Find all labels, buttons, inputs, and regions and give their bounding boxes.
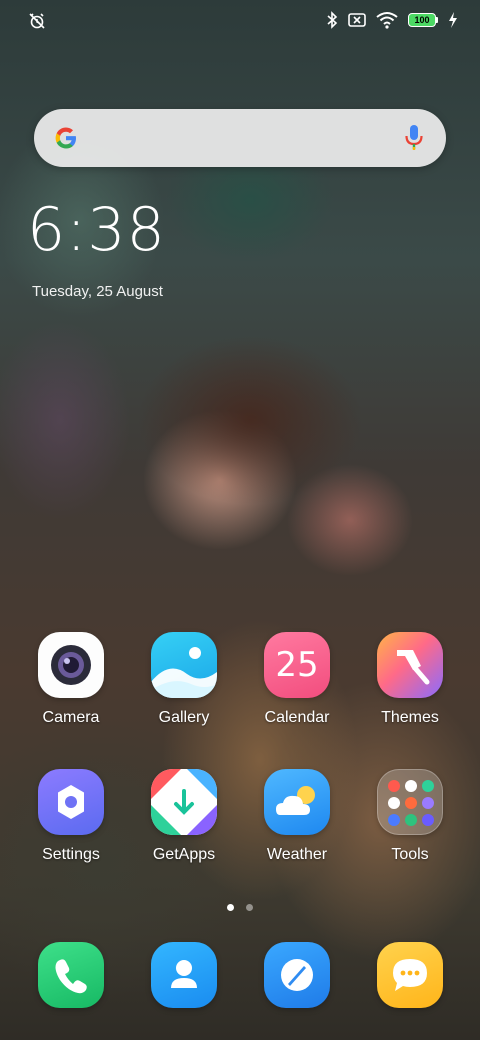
dock-messages[interactable]	[355, 942, 465, 1008]
messages-icon	[377, 942, 443, 1008]
sim-off-icon	[348, 13, 366, 27]
app-gallery[interactable]: Gallery	[129, 632, 239, 727]
app-label-gallery: Gallery	[158, 709, 210, 726]
app-label-camera: Camera	[42, 709, 100, 726]
app-calendar[interactable]: 25 Calendar	[242, 632, 352, 727]
google-logo-icon	[55, 127, 76, 149]
app-camera[interactable]: Camera	[16, 632, 126, 727]
themes-icon	[377, 632, 443, 698]
app-label-calendar: Calendar	[264, 709, 330, 726]
phone-icon	[38, 942, 104, 1008]
weather-icon	[264, 769, 330, 835]
contacts-icon	[151, 942, 217, 1008]
app-label-settings: Settings	[42, 846, 100, 863]
app-getapps[interactable]: GetApps	[129, 769, 239, 864]
camera-icon	[38, 632, 104, 698]
app-label-tools: Tools	[391, 846, 429, 863]
calendar-day: 25	[275, 645, 319, 685]
dock-contacts[interactable]	[129, 942, 239, 1008]
page-dot-active[interactable]	[226, 904, 234, 911]
app-tools-folder[interactable]: Tools	[355, 769, 465, 864]
app-settings[interactable]: Settings	[16, 769, 126, 864]
settings-icon	[38, 769, 104, 835]
app-weather[interactable]: Weather	[242, 769, 352, 864]
dock-phone[interactable]	[16, 942, 126, 1008]
app-label-themes: Themes	[381, 709, 439, 726]
status-bar: 100	[0, 0, 480, 44]
page-dot[interactable]	[246, 904, 254, 911]
browser-icon	[264, 942, 330, 1008]
charging-icon	[449, 12, 457, 28]
app-themes[interactable]: Themes	[355, 632, 465, 727]
getapps-icon	[151, 769, 217, 835]
gallery-icon	[151, 632, 217, 698]
microphone-icon[interactable]	[404, 124, 424, 152]
clock-date[interactable]: Tuesday, 25 August	[32, 283, 163, 300]
google-search-bar[interactable]	[34, 109, 446, 167]
alarm-off-icon	[29, 13, 45, 29]
dock-browser[interactable]	[242, 942, 352, 1008]
wifi-icon	[376, 12, 398, 29]
calendar-icon: 25	[264, 632, 330, 698]
bluetooth-icon	[327, 11, 338, 29]
app-label-getapps: GetApps	[152, 846, 216, 863]
tools-folder-icon	[377, 769, 443, 835]
battery-icon: 100	[408, 13, 438, 27]
clock-time[interactable]: 6:38	[27, 200, 166, 260]
battery-level: 100	[408, 13, 436, 27]
app-label-weather: Weather	[266, 846, 328, 863]
page-indicator	[0, 898, 480, 916]
